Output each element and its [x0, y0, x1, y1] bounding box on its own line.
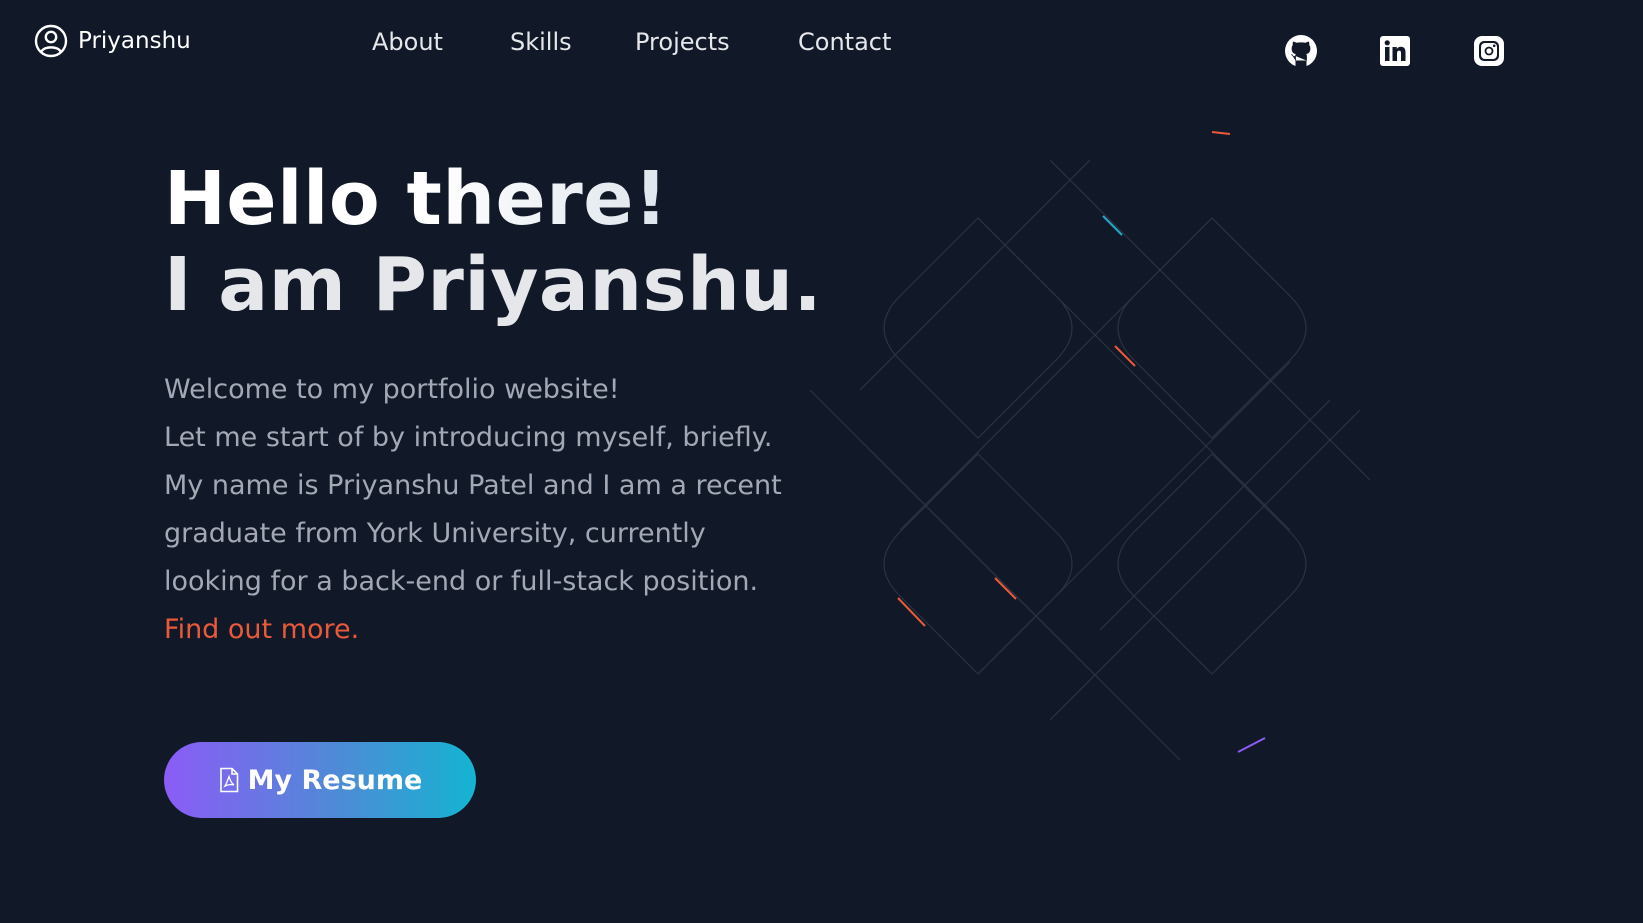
nav-about[interactable]: About: [372, 28, 443, 56]
hero-title-line1: Hello there!: [164, 156, 822, 242]
intro-line-introduce: Let me start of by introducing myself, b…: [164, 422, 773, 453]
page: Priyanshu About Skills Projects Contact: [0, 0, 1643, 923]
instagram-icon[interactable]: [1472, 34, 1506, 68]
find-out-more-row: Find out more.: [164, 606, 804, 654]
intro-line-welcome: Welcome to my portfolio website!: [164, 374, 620, 405]
decorative-grid-art: [809, 131, 1371, 761]
intro-line-bio: My name is Priyanshu Patel and I am a re…: [164, 462, 804, 606]
user-circle-icon: [34, 24, 68, 58]
pdf-file-icon: [218, 767, 240, 793]
nav-skills[interactable]: Skills: [510, 28, 572, 56]
brand[interactable]: Priyanshu: [34, 24, 191, 58]
linkedin-icon[interactable]: [1378, 34, 1412, 68]
github-icon[interactable]: [1284, 34, 1318, 68]
resume-button[interactable]: My Resume: [164, 742, 476, 818]
nav-contact[interactable]: Contact: [798, 28, 891, 56]
find-out-more-link[interactable]: Find out more.: [164, 614, 359, 645]
intro-text: Welcome to my portfolio website! Let me …: [164, 366, 804, 654]
brand-name: Priyanshu: [78, 28, 191, 54]
hero-title: Hello there! I am Priyanshu.: [164, 156, 822, 328]
intro-bio-text: My name is Priyanshu Patel and I am a re…: [164, 470, 782, 597]
resume-label: My Resume: [247, 764, 423, 796]
nav-projects[interactable]: Projects: [635, 28, 730, 56]
hero-title-line2: I am Priyanshu.: [164, 242, 823, 328]
